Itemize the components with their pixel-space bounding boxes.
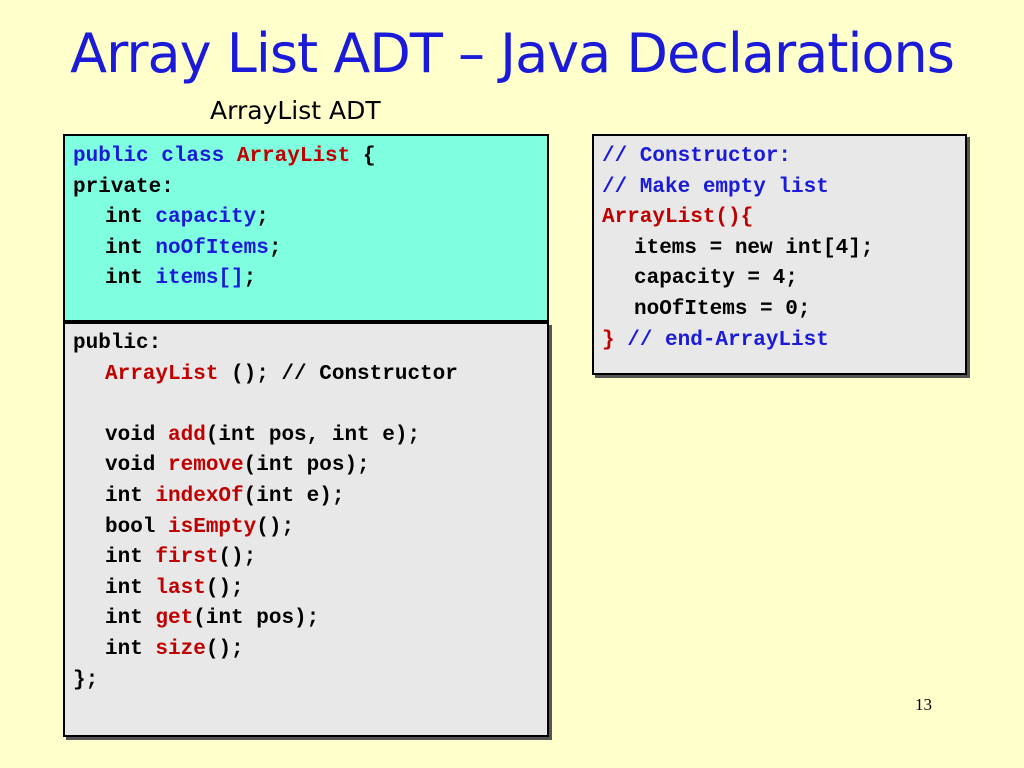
- code-text: public:: [73, 332, 162, 355]
- code-line: items = new int[4];: [602, 234, 965, 265]
- code-line: public class ArrayList {: [73, 142, 547, 173]
- code-text: (int pos);: [243, 454, 370, 478]
- slide-subtitle: ArrayList ADT: [210, 96, 381, 125]
- code-line: };: [73, 666, 547, 697]
- code-line: ArrayList(){: [602, 203, 965, 234]
- code-text: (int pos);: [193, 607, 320, 631]
- code-text: (int e);: [243, 484, 345, 508]
- code-text: ;: [256, 206, 269, 230]
- code-text: items = new int[4];: [634, 236, 874, 260]
- code-text: ();: [256, 515, 295, 539]
- code-line: // Make empty list: [602, 173, 965, 204]
- code-line: ArrayList (); // Constructor: [73, 360, 547, 391]
- code-text: int: [105, 267, 156, 291]
- code-line: capacity = 4;: [602, 264, 965, 295]
- code-method: isEmpty: [168, 515, 257, 539]
- code-line: int indexOf(int e);: [73, 482, 547, 513]
- code-text: ;: [268, 236, 282, 260]
- code-line: int get(int pos);: [73, 604, 547, 635]
- code-text: int: [105, 637, 156, 661]
- private-declarations-box: public class ArrayList {private: int capa…: [63, 134, 549, 322]
- code-text: void: [105, 423, 169, 447]
- code-line: int noOfItems;: [73, 234, 547, 265]
- code-text: int: [105, 206, 156, 230]
- code-text: {: [350, 145, 376, 168]
- page-number: 13: [915, 695, 932, 714]
- code-line: public:: [73, 329, 547, 360]
- code-keyword: public class: [73, 145, 225, 168]
- code-method: first: [155, 546, 219, 570]
- code-text: };: [73, 668, 99, 692]
- public-methods-box: public: ArrayList (); // Constructor void …: [63, 322, 549, 737]
- code-text: int: [105, 607, 156, 631]
- code-identifier: ArrayList: [105, 362, 219, 386]
- code-line: noOfItems = 0;: [602, 295, 965, 326]
- code-line: bool isEmpty();: [73, 513, 547, 544]
- code-text: private:: [73, 175, 174, 199]
- code-line: // Constructor:: [602, 142, 965, 173]
- code-identifier: ArrayList(){: [602, 206, 754, 230]
- code-method: indexOf: [155, 484, 244, 508]
- code-text: noOfItems = 0;: [634, 297, 811, 321]
- code-line: int last();: [73, 574, 547, 605]
- code-text: capacity = 4;: [634, 267, 798, 291]
- slide-title: Array List ADT – Java Declarations: [70, 22, 955, 85]
- code-text: bool: [105, 515, 169, 539]
- code-method: add: [168, 423, 206, 447]
- code-field: capacity: [155, 206, 257, 230]
- code-method: size: [155, 637, 206, 661]
- code-line: void add(int pos, int e);: [73, 421, 547, 452]
- code-text: ();: [218, 546, 257, 570]
- code-line: int capacity;: [73, 203, 547, 234]
- code-text: ;: [243, 267, 257, 291]
- code-text: void: [105, 454, 169, 478]
- code-text: (); // Constructor: [218, 362, 458, 386]
- constructor-box: // Constructor: // Make empty list ArrayLi…: [592, 134, 967, 375]
- code-line: int first();: [73, 543, 547, 574]
- code-text: ();: [205, 576, 244, 600]
- code-line: private:: [73, 173, 547, 204]
- code-text: int: [105, 546, 156, 570]
- code-text: int: [105, 236, 156, 260]
- code-line: int items[];: [73, 264, 547, 295]
- code-brace: }: [602, 328, 615, 352]
- code-comment: // end-ArrayList: [614, 328, 829, 352]
- code-line: int size();: [73, 635, 547, 666]
- code-line: } // end-ArrayList: [602, 326, 965, 357]
- code-field: noOfItems: [155, 236, 269, 260]
- code-text: int: [105, 484, 156, 508]
- code-text: ();: [205, 637, 244, 661]
- code-comment: // Make empty list: [602, 175, 829, 199]
- code-comment: // Constructor:: [602, 145, 792, 168]
- code-identifier: ArrayList: [236, 145, 351, 168]
- code-text: (int pos, int e);: [205, 423, 421, 447]
- code-method: last: [155, 576, 206, 600]
- code-field: items[]: [155, 267, 244, 291]
- code-text: int: [105, 576, 156, 600]
- code-method: remove: [168, 454, 244, 478]
- code-method: get: [155, 607, 194, 631]
- code-line: void remove(int pos);: [73, 451, 547, 482]
